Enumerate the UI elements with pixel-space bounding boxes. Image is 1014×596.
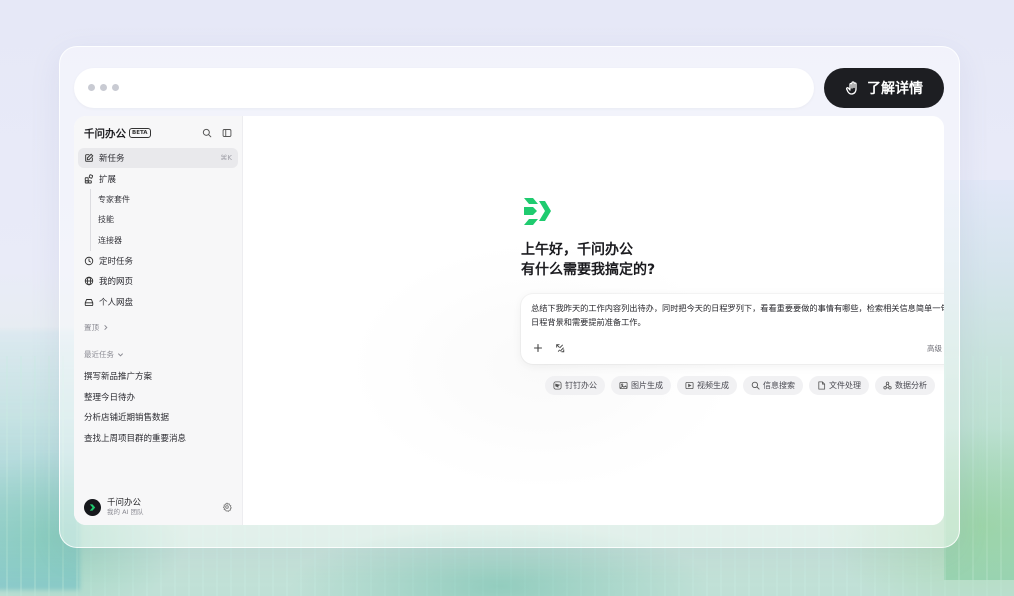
pinned-section-toggle[interactable]: 置顶 — [84, 322, 109, 333]
chip-label: 视频生成 — [697, 381, 729, 390]
beta-badge: BETA — [129, 128, 151, 138]
chip-dingtalk[interactable]: 钉钉办公 — [545, 376, 605, 395]
chevron-down-icon — [117, 353, 124, 357]
sidebar-subitem-connectors[interactable]: 连接器 — [90, 230, 238, 251]
list-item[interactable]: 查找上周项目群的重要消息 — [84, 429, 186, 450]
chip-image-generation[interactable]: 图片生成 — [611, 376, 671, 395]
brand-logo-icon — [524, 198, 551, 225]
mode-select[interactable]: 高级 — [927, 343, 944, 354]
sidebar-item-my-pages[interactable]: 我的网页 — [78, 271, 238, 291]
recent-label: 最近任务 — [84, 350, 114, 359]
shortcut-hint: ⌘K — [220, 154, 232, 162]
app-title: 千问办公 — [84, 127, 126, 140]
search-icon[interactable] — [202, 128, 212, 138]
chevron-right-icon — [104, 324, 108, 331]
recent-task-list: 撰写新品推广方案 整理今日待办 分析店铺近期销售数据 查找上周项目群的重要消息 — [84, 367, 186, 449]
user-subtitle: 我的 AI 团队 — [107, 507, 144, 516]
list-item[interactable]: 整理今日待办 — [84, 388, 186, 409]
drive-icon — [84, 298, 94, 306]
sidebar-item-extensions[interactable]: 扩展 — [78, 169, 238, 189]
greeting-line-2: 有什么需要我搞定的? — [521, 262, 656, 278]
image-icon — [619, 381, 628, 390]
tools-button[interactable] — [551, 339, 569, 357]
app-window: 千问办公 BETA 新任务 ⌘K 扩展 专家套件 技能 连接器 定时任务 我的网… — [74, 116, 944, 525]
sidebar-subitem-skills[interactable]: 技能 — [90, 209, 238, 231]
composer-toolbar: 高级 — [529, 338, 944, 358]
plus-icon — [533, 343, 543, 353]
search-icon — [751, 381, 760, 390]
chip-data-analysis[interactable]: 数据分析 — [875, 376, 935, 395]
learn-more-label: 了解详情 — [867, 81, 923, 97]
chip-label: 图片生成 — [631, 381, 663, 390]
sidebar-item-label: 新任务 — [99, 154, 125, 164]
list-item[interactable]: 分析店铺近期销售数据 — [84, 408, 186, 429]
chip-video-generation[interactable]: 视频生成 — [677, 376, 737, 395]
recent-section-toggle[interactable]: 最近任务 — [84, 349, 124, 360]
new-task-icon — [85, 153, 94, 162]
user-name: 千问办公 — [107, 497, 142, 508]
chip-info-search[interactable]: 信息搜索 — [743, 376, 803, 395]
sidebar-item-label: 我的网页 — [99, 277, 134, 288]
chip-label: 数据分析 — [895, 381, 927, 390]
tools-icon — [556, 344, 565, 353]
mode-label: 高级 — [927, 343, 942, 353]
data-icon — [883, 381, 892, 390]
sidebar-item-label: 个人网盘 — [99, 297, 134, 308]
dingtalk-icon — [553, 381, 562, 390]
avatar — [84, 498, 101, 516]
gear-icon[interactable] — [222, 502, 232, 512]
greeting: 上午好，千问办公 有什么需要我搞定的? — [521, 240, 655, 280]
file-icon — [818, 381, 826, 390]
hand-icon — [845, 81, 857, 95]
chip-label: 钉钉办公 — [565, 381, 597, 390]
prompt-input[interactable]: 总结下我昨天的工作内容列出待办，同时把今天的日程罗列下，看看重要要做的事情有哪些… — [531, 301, 944, 329]
globe-icon — [84, 277, 94, 286]
clock-icon — [84, 256, 94, 265]
chip-file-processing[interactable]: 文件处理 — [809, 376, 869, 395]
video-icon — [685, 381, 694, 390]
pinned-label: 置顶 — [84, 323, 99, 332]
window-dot — [100, 84, 107, 91]
sidebar-item-scheduled-tasks[interactable]: 定时任务 — [78, 251, 238, 271]
sidebar-nav: 新任务 ⌘K 扩展 专家套件 技能 连接器 定时任务 我的网页 个人网盘 — [78, 148, 238, 312]
address-bar[interactable] — [74, 68, 814, 108]
chip-label: 文件处理 — [829, 381, 861, 390]
extension-icon — [84, 173, 94, 184]
learn-more-button[interactable]: 了解详情 — [824, 68, 944, 108]
sidebar-item-label: 扩展 — [99, 174, 117, 185]
sidebar: 千问办公 BETA 新任务 ⌘K 扩展 专家套件 技能 连接器 定时任务 我的网… — [74, 116, 243, 525]
sidebar-item-label: 定时任务 — [99, 256, 134, 267]
window-dot — [88, 84, 95, 91]
user-profile[interactable]: 千问办公 我的 AI 团队 — [84, 495, 232, 519]
sidebar-subitem-expert-suite[interactable]: 专家套件 — [90, 189, 238, 210]
sidebar-header: 千问办公 BETA — [84, 123, 232, 143]
window-dot — [112, 84, 119, 91]
list-item[interactable]: 撰写新品推广方案 — [84, 367, 186, 388]
sidebar-toggle-icon[interactable] — [222, 128, 232, 138]
quick-action-chips: 钉钉办公 图片生成 视频生成 信息搜索 文件处理 数据分析 — [545, 376, 935, 395]
chip-label: 信息搜索 — [763, 381, 795, 390]
prompt-composer: 总结下我昨天的工作内容列出待办，同时把今天的日程罗列下，看看重要要做的事情有哪些… — [521, 294, 944, 364]
greeting-line-1: 上午好，千问办公 — [521, 242, 633, 258]
brand-logo-icon — [89, 503, 96, 511]
sidebar-item-personal-drive[interactable]: 个人网盘 — [78, 292, 238, 312]
sidebar-item-new-task[interactable]: 新任务 ⌘K — [78, 148, 238, 168]
main-panel: 上午好，千问办公 有什么需要我搞定的? 总结下我昨天的工作内容列出待办，同时把今… — [243, 116, 944, 525]
add-attachment-button[interactable] — [529, 339, 547, 357]
